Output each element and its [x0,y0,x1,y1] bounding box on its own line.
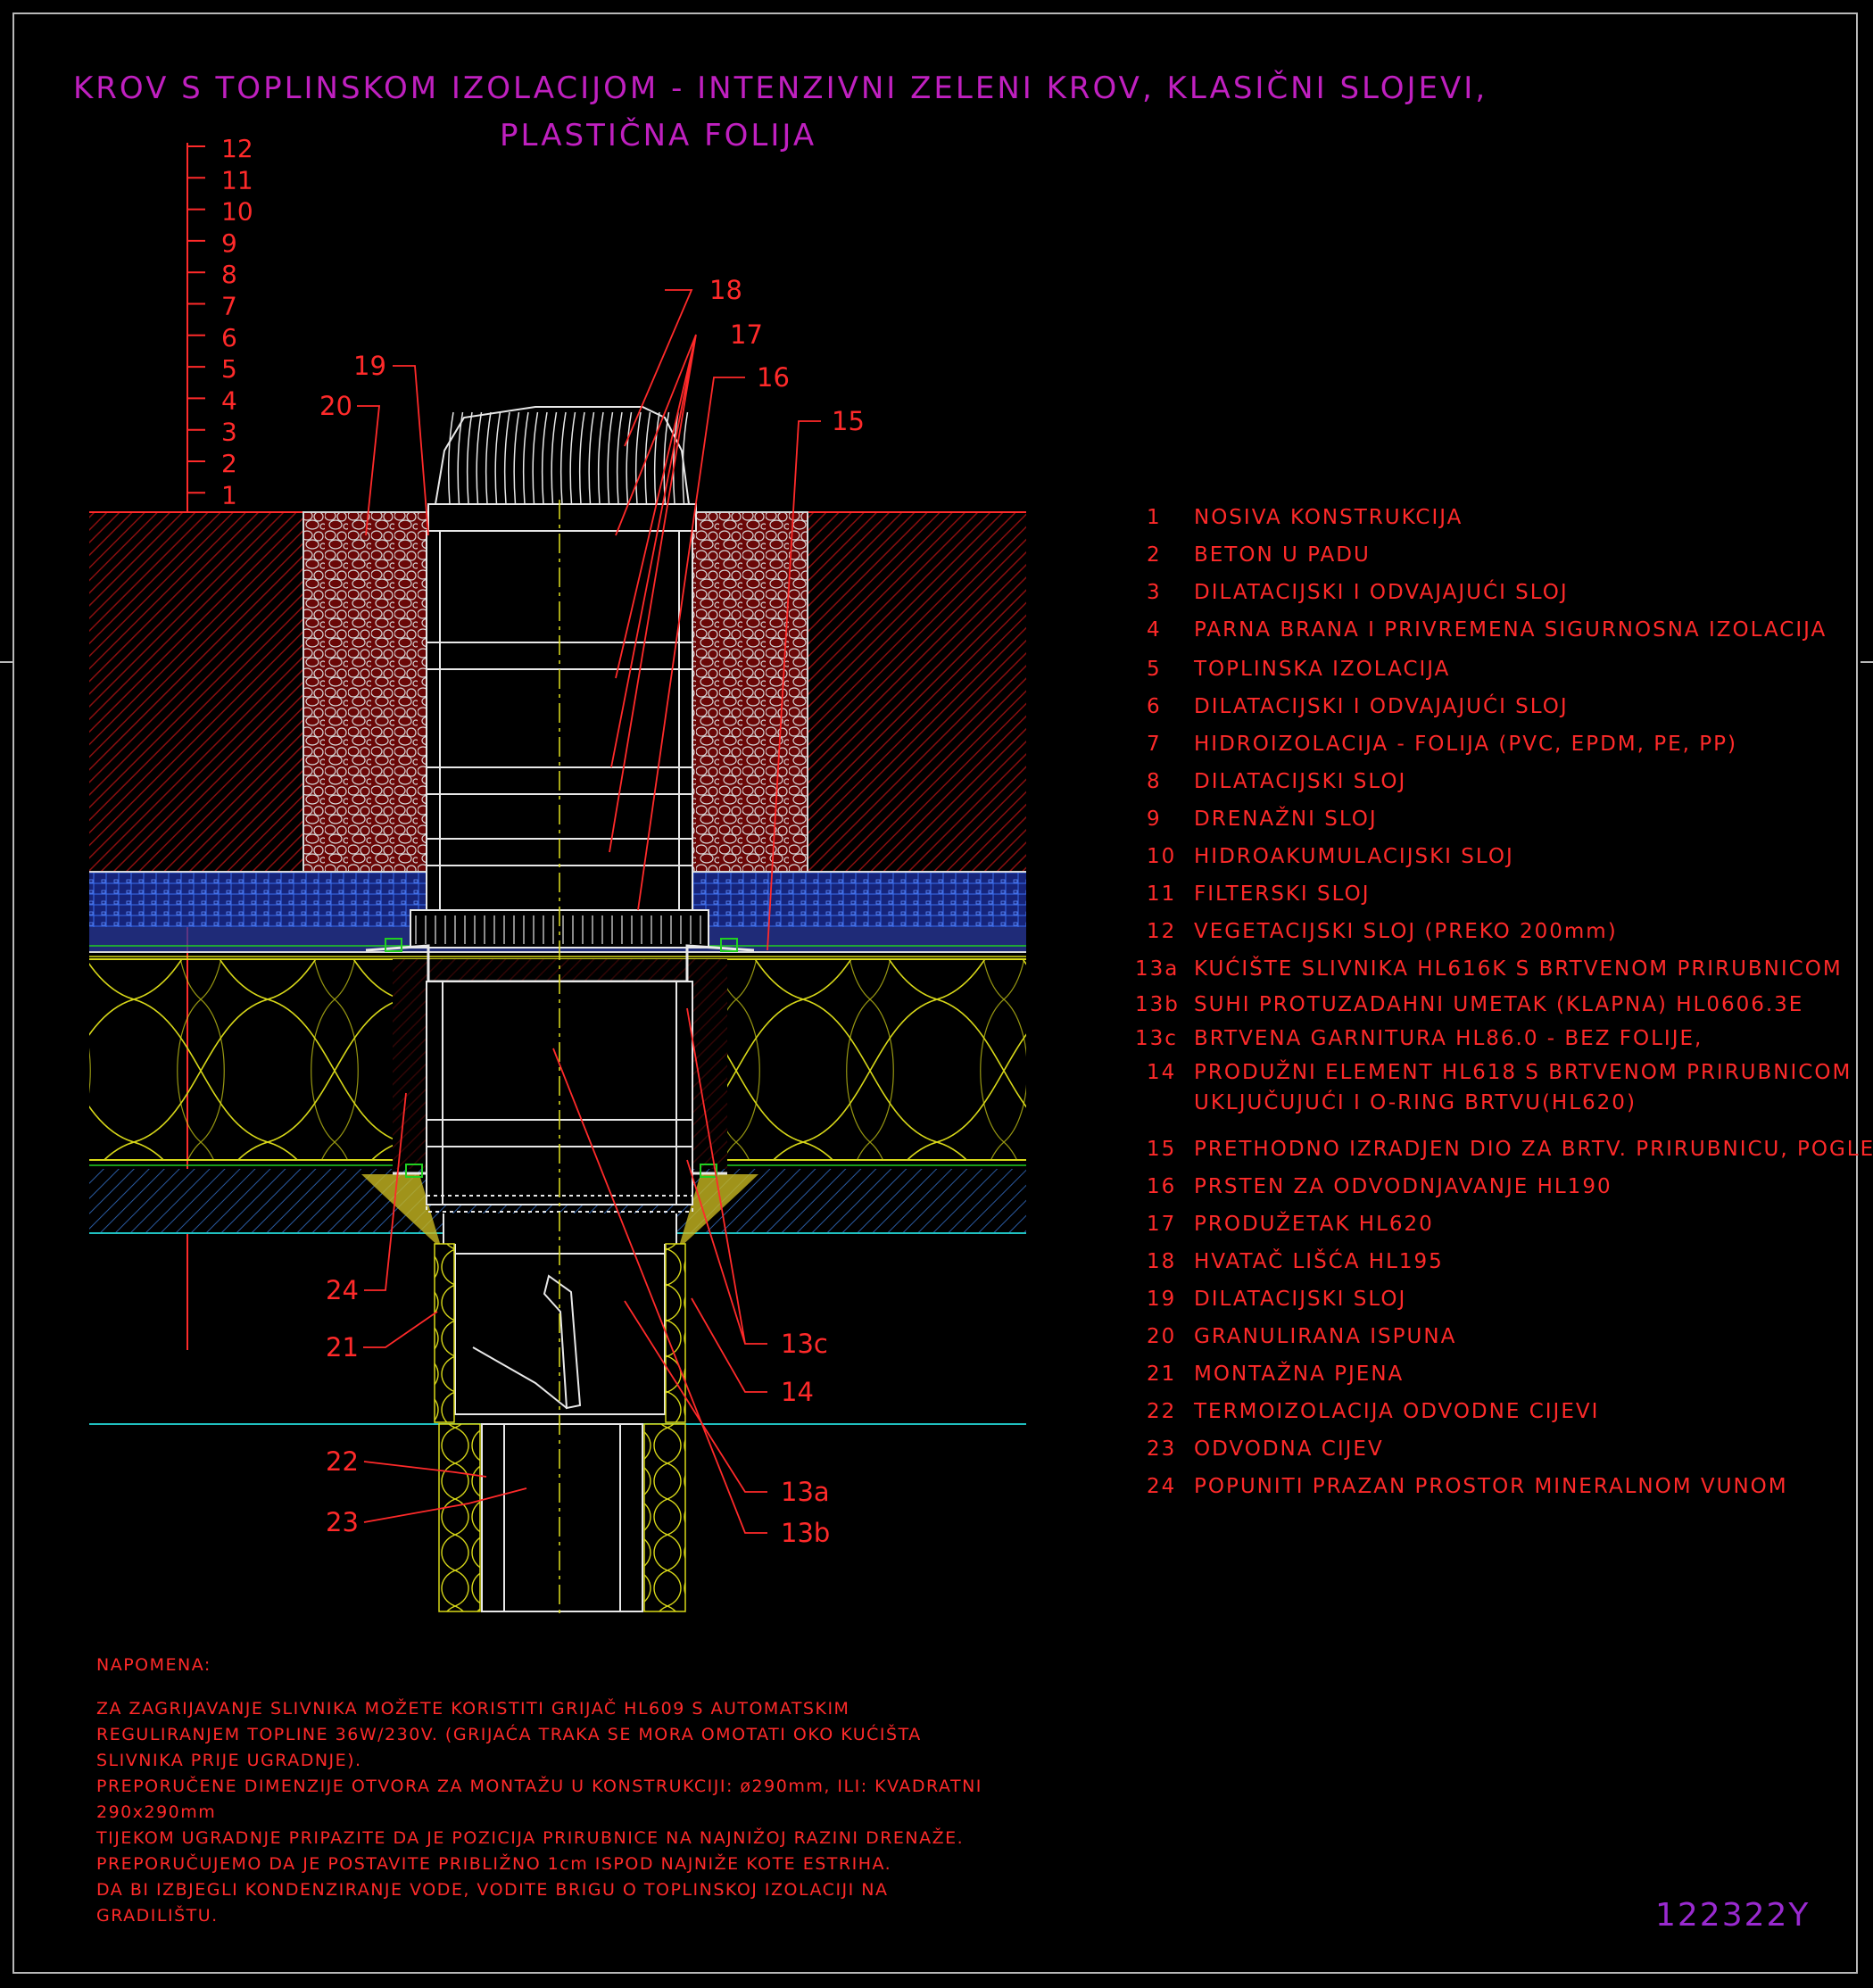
note-line: GRADILIŠTU. [96,1904,219,1926]
legend-text-10: HIDROAKUMULACIJSKI SLOJ [1194,845,1514,868]
legend-number-21: 21 [1147,1363,1176,1386]
note-line: ZA ZAGRIJAVANJE SLIVNIKA MOŽETE KORISTIT… [96,1697,849,1719]
legend-number-10: 10 [1147,845,1176,868]
legend-number-4: 4 [1147,618,1162,642]
legend-number-17: 17 [1147,1213,1176,1236]
title-line-1: KROV S TOPLINSKOM IZOLACIJOM - INTENZIVN… [73,70,1488,106]
legend-text-16: PRSTEN ZA ODVODNJAVANJE HL190 [1194,1175,1612,1198]
callout-20: 20 [319,391,352,421]
legend-text-9: DRENAŽNI SLOJ [1194,806,1378,831]
legend-number-11: 11 [1147,882,1176,906]
legend-number-5: 5 [1147,658,1162,681]
legend-text-23: ODVODNA CIJEV [1194,1437,1384,1461]
callout-16: 16 [757,362,790,393]
drawing-code: 122322Y [1655,1897,1810,1934]
legend-text-5: TOPLINSKA IZOLACIJA [1193,658,1450,681]
legend-text-14: PRODUŽNI ELEMENT HL618 S BRTVENOM PRIRUB… [1194,1059,1852,1084]
scale-mark-1: 1 [221,480,237,509]
scale-mark-7: 7 [221,292,237,321]
legend-number-1: 1 [1147,506,1162,529]
legend-text-2: BETON U PADU [1194,543,1371,567]
legend-text-7: HIDROIZOLACIJA - FOLIJA (PVC, EPDM, PE, … [1194,733,1737,756]
callout-18: 18 [709,275,742,305]
scale-mark-8: 8 [221,260,237,289]
scale-mark-2: 2 [221,449,237,478]
legend-number-3: 3 [1147,581,1162,604]
legend-number-20: 20 [1147,1325,1176,1348]
callout-13b: 13b [781,1518,830,1548]
scale-mark-11: 11 [221,165,253,195]
legend-text-13a: KUĆIŠTE SLIVNIKA HL616K S BRTVENOM PRIRU… [1194,956,1843,981]
note-line: PREPORUČENE DIMENZIJE OTVORA ZA MONTAŽU … [96,1775,982,1796]
note-line: TIJEKOM UGRADNJE PRIPAZITE DA JE POZICIJ… [95,1827,964,1848]
legend-text-17: PRODUŽETAK HL620 [1194,1211,1434,1236]
callout-22: 22 [326,1446,359,1477]
legend-text-8: DILATACIJSKI SLOJ [1194,770,1406,793]
note-line: REGULIRANJEM TOPLINE 36W/230V. (GRIJAĆA … [96,1723,922,1744]
legend-number-6: 6 [1147,695,1162,718]
note-line: 290x290mm [96,1802,216,1822]
callout-23: 23 [326,1507,359,1537]
legend-text-11: FILTERSKI SLOJ [1194,882,1370,906]
notes: NAPOMENA: ZA ZAGRIJAVANJE SLIVNIKA MOŽET… [95,1655,982,1926]
callout-14: 14 [781,1377,814,1407]
title-line-2: PLASTIČNA FOLIJA [500,117,816,153]
note-line: PREPORUČUJEMO DA JE POSTAVITE PRIBLIŽNO … [96,1852,891,1874]
legend-text-4: PARNA BRANA I PRIVREMENA SIGURNOSNA IZOL… [1194,618,1827,642]
legend-text-6: DILATACIJSKI I ODVAJAJUĆI SLOJ [1194,693,1569,718]
callout-19: 19 [353,351,386,381]
legend-number-7: 7 [1147,733,1162,756]
legend-number-22: 22 [1147,1400,1176,1423]
callout-13a: 13a [781,1477,830,1507]
legend-number-9: 9 [1147,808,1162,831]
notes-heading: NAPOMENA: [96,1655,211,1675]
scale-mark-4: 4 [221,385,237,415]
scale-mark-5: 5 [221,354,237,384]
legend-text-24: POPUNITI PRAZAN PROSTOR MINERALNOM VUNOM [1194,1475,1788,1498]
callout-17: 17 [730,319,763,350]
callout-15: 15 [832,406,865,436]
legend-text-13b: SUHI PROTUZADAHNI UMETAK (KLAPNA) HL0606… [1194,993,1803,1016]
legend-text-15: PRETHODNO IZRADJEN DIO ZA BRTV. PRIRUBNI… [1194,1138,1873,1161]
legend-number-2: 2 [1147,543,1162,567]
note-line: DA BI IZBJEGLI KONDENZIRANJE VODE, VODIT… [96,1880,889,1900]
note-line: SLIVNIKA PRIJE UGRADNJE). [96,1751,362,1770]
legend-text-1: NOSIVA KONSTRUKCIJA [1194,506,1463,529]
legend-number-14: 14 [1147,1061,1176,1084]
legend-number-12: 12 [1147,920,1176,943]
legend-text-13c: BRTVENA GARNITURA HL86.0 - BEZ FOLIJE, [1194,1027,1703,1050]
callout-13c: 13c [781,1329,828,1359]
legend-number-24: 24 [1147,1475,1176,1498]
legend-number-23: 23 [1147,1437,1176,1461]
legend-number-13a: 13a [1135,957,1179,981]
legend-number-19: 19 [1147,1288,1176,1311]
legend-number-8: 8 [1147,770,1162,793]
legend-number-16: 16 [1147,1175,1176,1198]
scale-mark-3: 3 [221,418,237,447]
scale-mark-10: 10 [221,197,253,227]
callout-21: 21 [326,1332,359,1363]
legend-number-15: 15 [1147,1138,1176,1161]
legend-text-19: DILATACIJSKI SLOJ [1194,1288,1406,1311]
legend-text-14-line2: UKLJUČUJUĆI I O-RING BRTVU(HL620) [1194,1089,1637,1114]
legend-number-13b: 13b [1135,993,1180,1016]
scale-mark-6: 6 [221,323,237,352]
scale-mark-9: 9 [221,228,237,258]
legend-text-12: VEGETACIJSKI SLOJ (PREKO 200mm) [1194,920,1618,943]
legend: 1 NOSIVA KONSTRUKCIJA 2 BETON U PADU 3 DILATA… [1135,506,1873,1498]
legend-text-22: TERMOIZOLACIJA ODVODNE CIJEVI [1193,1400,1599,1423]
legend-text-20: GRANULIRANA ISPUNA [1194,1325,1456,1348]
legend-number-13c: 13c [1135,1027,1178,1050]
callout-24: 24 [326,1275,359,1305]
legend-text-3: DILATACIJSKI I ODVAJAJUĆI SLOJ [1194,579,1569,604]
legend-number-18: 18 [1147,1250,1176,1273]
scale-mark-12: 12 [221,134,253,163]
drawing-canvas: KROV S TOPLINSKOM IZOLACIJOM - INTENZIVN… [0,70,1873,1934]
legend-text-21: MONTAŽNA PJENA [1194,1361,1404,1386]
legend-text-18: HVATAČ LIŠĆA HL195 [1194,1248,1444,1273]
